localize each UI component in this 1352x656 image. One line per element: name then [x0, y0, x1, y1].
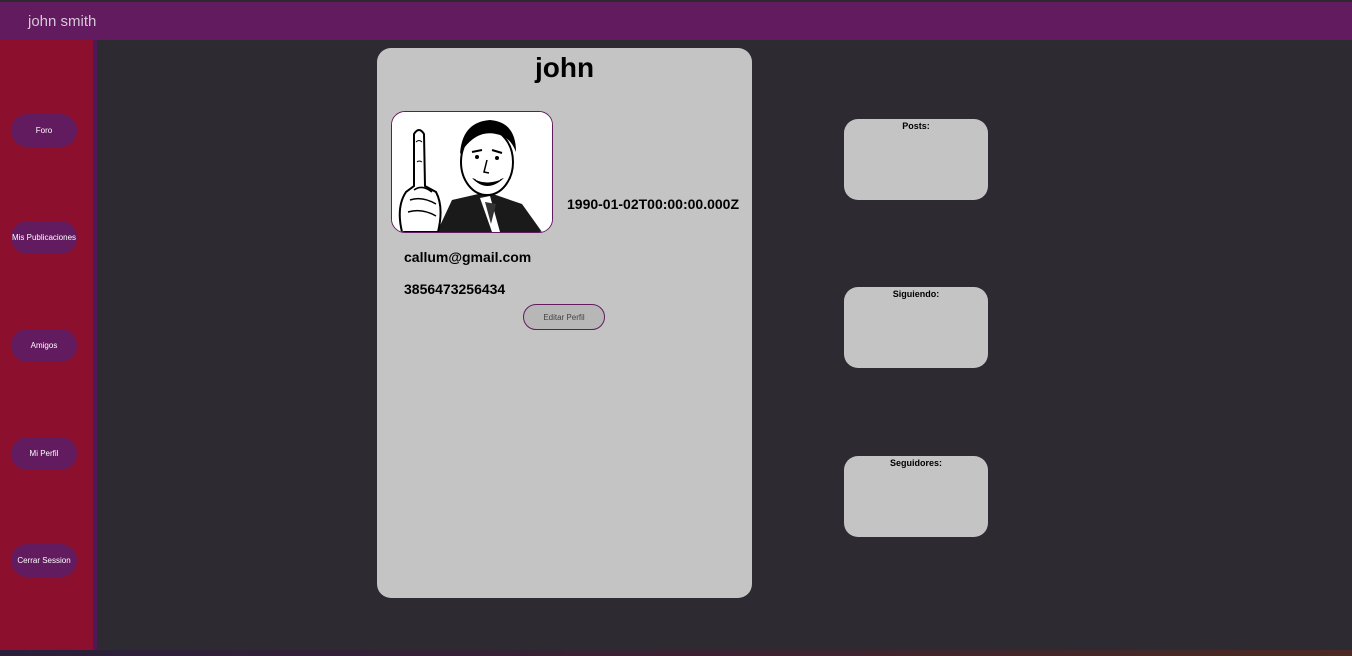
following-panel: Siguiendo:	[844, 287, 988, 368]
posts-panel: Posts:	[844, 119, 988, 200]
profile-email: callum@gmail.com	[404, 249, 532, 265]
profile-name: john	[534, 52, 595, 83]
sidebar-item-mis-publicaciones[interactable]: Mis Publicaciones	[11, 221, 77, 254]
sidebar-item-mi-perfil[interactable]: Mi Perfil	[11, 437, 77, 470]
sidebar-item-cerrar-session[interactable]: Cerrar Session	[11, 544, 77, 577]
top-bar: john smith	[0, 2, 1352, 40]
sidebar-item-foro[interactable]: Foro	[11, 114, 77, 147]
profile-birthdate: 1990-01-02T00:00:00.000Z	[567, 196, 740, 212]
bottom-strip	[0, 650, 1352, 656]
edit-profile-button[interactable]: Editar Perfil	[523, 304, 605, 330]
user-name: john smith	[28, 13, 97, 30]
profile-phone: 3856473256434	[404, 281, 506, 297]
avatar	[391, 111, 553, 233]
posts-label: Posts:	[902, 121, 930, 131]
following-label: Siguiendo:	[892, 289, 940, 299]
followers-label: Seguidores:	[889, 458, 942, 468]
followers-panel: Seguidores:	[844, 456, 988, 537]
sidebar: Foro Mis Publicaciones Amigos Mi Perfil …	[0, 40, 97, 650]
sidebar-item-amigos[interactable]: Amigos	[11, 329, 77, 362]
profile-card: john 1990-01-02T00:00:00.000Z callum@gma…	[377, 48, 752, 598]
profile-photo-icon	[392, 112, 552, 232]
